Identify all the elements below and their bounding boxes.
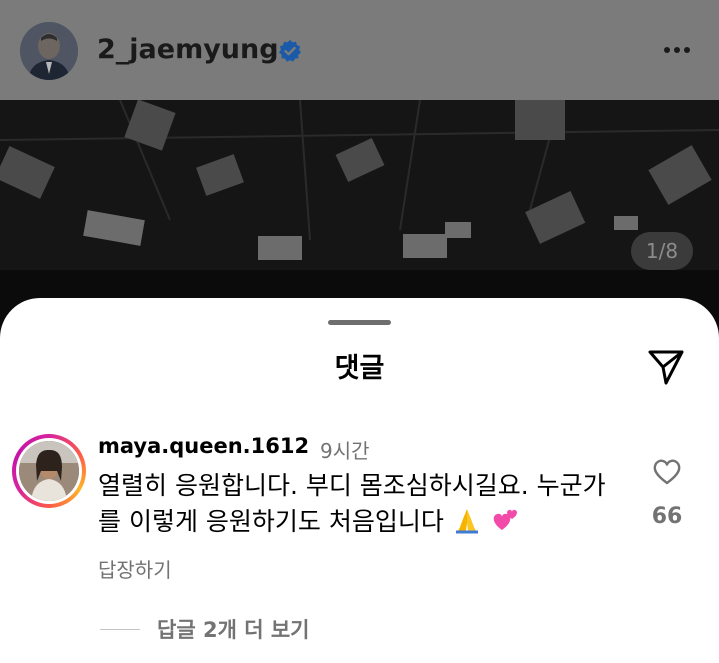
heart-icon[interactable]	[652, 458, 682, 486]
post-author-avatar[interactable]	[20, 22, 78, 80]
reply-button[interactable]: 답장하기	[98, 554, 172, 583]
comment-body: 열렬히 응원합니다. 부디 몸조심하시길요. 누군가를 이렇게 응원하기도 처음…	[98, 471, 606, 536]
sheet-drag-handle[interactable]	[328, 320, 391, 325]
comments-sheet: 댓글 maya.queen.1612 9시간 열렬히 응원합니다. 부디 몸조심…	[0, 298, 719, 663]
carousel-page-counter: 1/8	[631, 232, 693, 270]
send-icon[interactable]	[645, 346, 687, 388]
like-count: 66	[651, 504, 683, 529]
view-replies-button[interactable]: 답글 2개 더 보기	[157, 614, 309, 644]
replies-divider	[100, 629, 140, 630]
verified-badge-icon	[279, 40, 301, 62]
commenter-avatar	[19, 441, 79, 501]
comment-text: 열렬히 응원합니다. 부디 몸조심하시길요. 누군가를 이렇게 응원하기도 처음…	[98, 468, 618, 540]
folded-hands-emoji	[455, 509, 478, 534]
commenter-username[interactable]: maya.queen.1612	[98, 434, 309, 458]
more-options-icon[interactable]	[662, 44, 692, 56]
comment-timestamp: 9시간	[320, 439, 370, 463]
post-header: 2_jaemyung	[0, 0, 719, 100]
sheet-title: 댓글	[334, 353, 385, 384]
two-hearts-emoji	[493, 509, 517, 530]
post-author-username[interactable]: 2_jaemyung	[97, 34, 279, 65]
commenter-avatar-story-ring[interactable]	[12, 434, 86, 508]
